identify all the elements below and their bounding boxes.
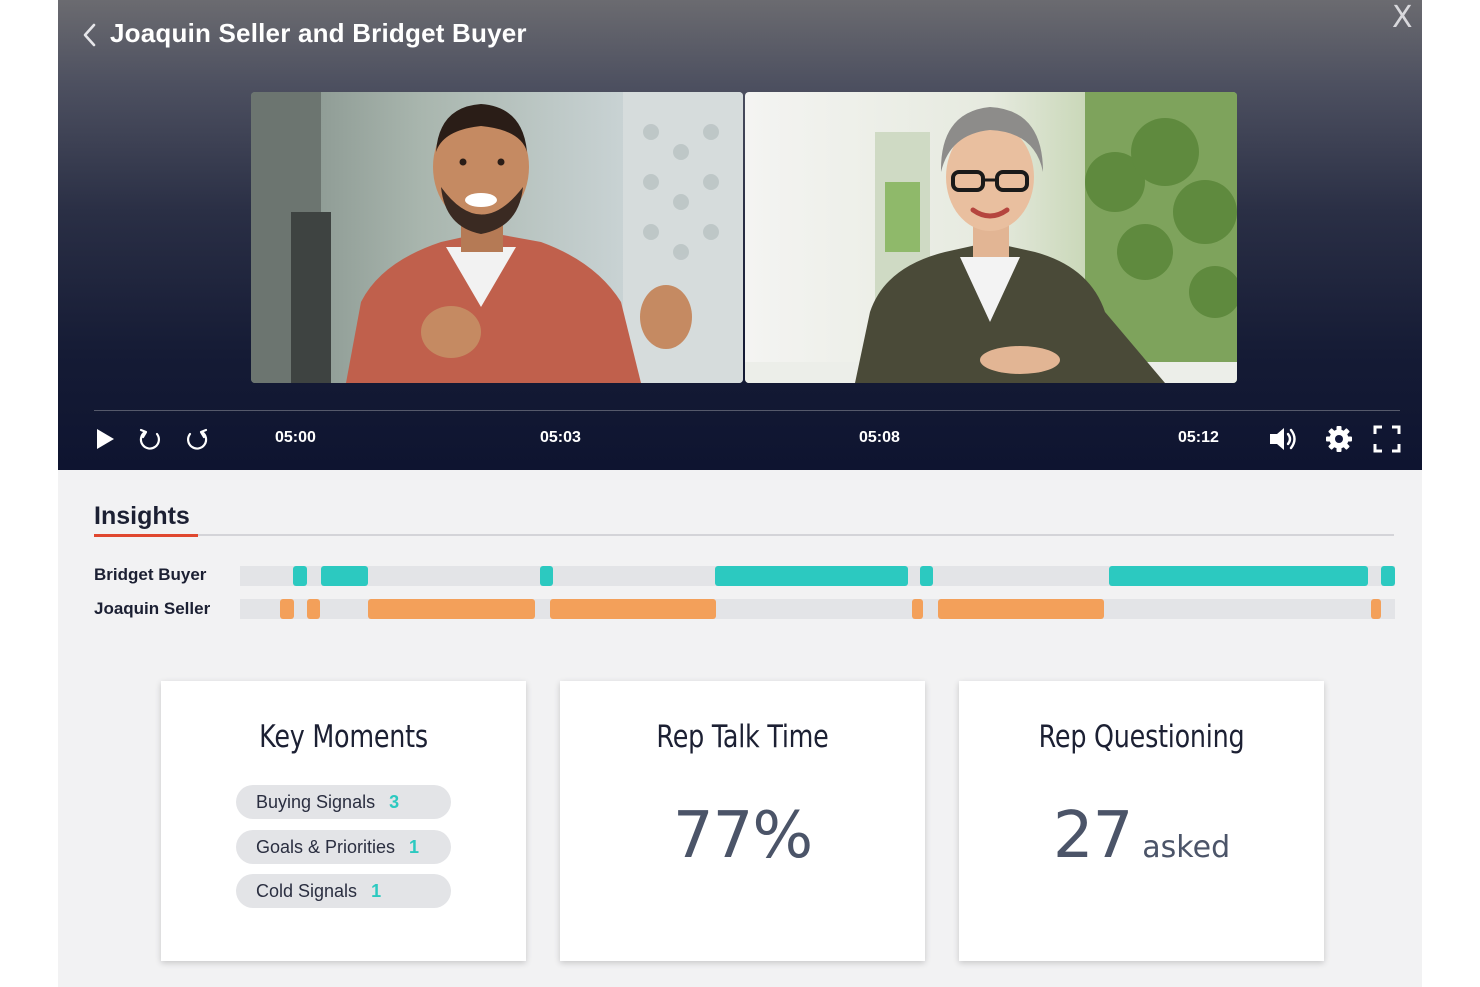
video-tile-bridget-buyer — [745, 92, 1237, 383]
questions-unit: asked — [1142, 830, 1231, 865]
talk-segment[interactable] — [549, 599, 716, 619]
rewind-button[interactable] — [136, 424, 164, 454]
insights-divider — [94, 534, 1394, 536]
talk-segment[interactable] — [1370, 599, 1382, 619]
play-icon — [97, 429, 114, 449]
speaker-label-bridget: Bridget Buyer — [94, 565, 207, 584]
timestamp: 05:00 — [275, 429, 316, 446]
talk-track-joaquin-seller[interactable] — [240, 599, 1395, 619]
questions-count: 27 — [1052, 799, 1133, 873]
forward-icon — [187, 428, 208, 450]
questioning-metric: 27 asked — [959, 799, 1324, 873]
key-moment-pill[interactable]: Cold Signals 1 — [236, 874, 451, 908]
timestamp: 05:12 — [1178, 429, 1219, 446]
talk-segment[interactable] — [912, 599, 923, 619]
talk-segment[interactable] — [920, 566, 933, 586]
settings-gear-icon — [1326, 426, 1352, 452]
volume-icon — [1270, 428, 1296, 450]
back-chevron-icon[interactable] — [80, 22, 100, 48]
video-player: Joaquin Seller and Bridget Buyer X 05:00… — [58, 0, 1422, 470]
talk-segment[interactable] — [293, 566, 307, 586]
talk-segment[interactable] — [368, 599, 535, 619]
talk-track-bridget-buyer[interactable] — [240, 566, 1395, 586]
speaker-label-joaquin: Joaquin Seller — [94, 599, 211, 618]
close-icon[interactable]: X — [1392, 0, 1413, 35]
call-review-window: Joaquin Seller and Bridget Buyer X 05:00… — [58, 0, 1422, 987]
talk-segment[interactable] — [1381, 566, 1395, 586]
timestamp: 05:03 — [540, 429, 581, 446]
pill-count: 1 — [371, 880, 382, 901]
call-title: Joaquin Seller and Bridget Buyer — [110, 18, 527, 48]
key-moment-pill[interactable]: Buying Signals 3 — [236, 785, 451, 819]
key-moments-card: Key Moments Buying Signals 3 Goals & Pri… — [161, 681, 526, 961]
talk-segment[interactable] — [714, 566, 908, 586]
rewind-icon — [139, 428, 160, 450]
play-button[interactable] — [92, 424, 118, 454]
progress-track[interactable] — [94, 410, 1400, 411]
talk-segment[interactable] — [280, 599, 295, 619]
talk-segment[interactable] — [937, 599, 1104, 619]
pill-count: 1 — [409, 836, 420, 857]
talk-segment[interactable] — [1108, 566, 1369, 586]
key-moment-pill[interactable]: Goals & Priorities 1 — [236, 830, 451, 864]
timestamp: 05:08 — [859, 429, 900, 446]
talk-segment[interactable] — [306, 599, 320, 619]
talk-segment[interactable] — [320, 566, 369, 586]
rep-talk-time-card: Rep Talk Time 77% — [560, 681, 925, 961]
talk-time-value: 77% — [672, 799, 813, 873]
fullscreen-icon — [1373, 425, 1401, 453]
card-title: Rep Talk Time — [656, 719, 829, 755]
video-tile-joaquin-seller — [251, 92, 743, 383]
fullscreen-button[interactable] — [1372, 424, 1402, 454]
card-title: Rep Questioning — [1038, 719, 1245, 755]
volume-button[interactable] — [1266, 424, 1300, 454]
pill-label: Buying Signals — [256, 791, 376, 812]
pill-label: Cold Signals — [256, 880, 358, 901]
rep-questioning-card: Rep Questioning 27 asked — [959, 681, 1324, 961]
settings-button[interactable] — [1324, 424, 1354, 454]
pill-count: 3 — [389, 791, 400, 812]
forward-button[interactable] — [183, 424, 211, 454]
insights-tab-indicator — [94, 534, 198, 537]
talk-segment[interactable] — [540, 566, 553, 586]
pill-label: Goals & Priorities — [256, 836, 396, 857]
insights-heading: Insights — [94, 502, 190, 530]
card-title: Key Moments — [259, 719, 428, 755]
